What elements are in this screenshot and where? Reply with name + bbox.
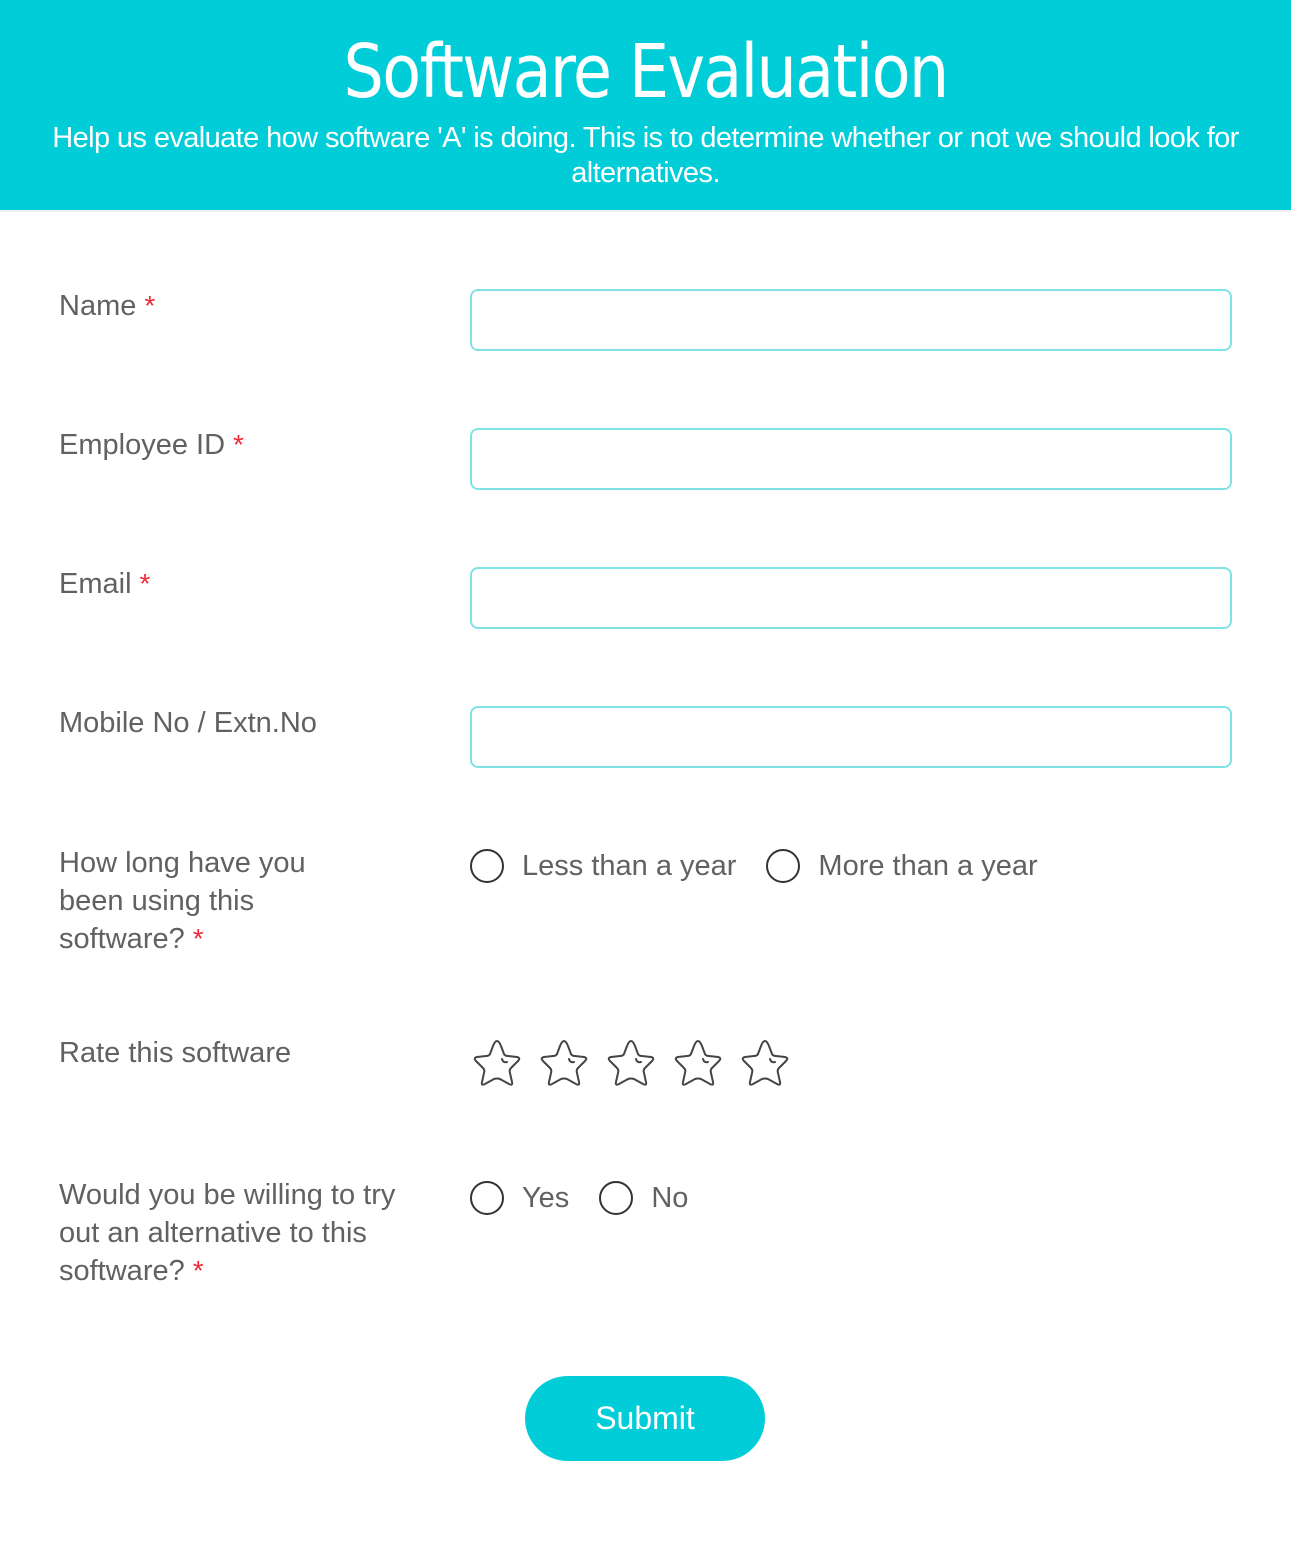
employee-id-label-text: Employee ID (59, 429, 226, 461)
radio-label: No (651, 1182, 689, 1214)
form-title: Software Evaluation (343, 29, 950, 115)
form-header: Software Evaluation Help us evaluate how… (0, 0, 1291, 210)
star-outline-icon[interactable] (738, 1036, 792, 1090)
required-marker: * (192, 923, 204, 954)
required-marker: * (139, 568, 151, 599)
required-marker: * (144, 290, 156, 321)
header-divider (0, 210, 1291, 212)
employee-id-label: Employee ID * (59, 426, 409, 464)
star-outline-icon[interactable] (470, 1036, 524, 1090)
name-label-text: Name (59, 290, 137, 322)
radio-button[interactable] (766, 849, 801, 883)
required-marker: * (192, 1255, 204, 1286)
radio-no[interactable]: No (599, 1179, 688, 1217)
usage-duration-label: How long have you been using this softwa… (59, 844, 359, 958)
star-outline-icon[interactable] (604, 1036, 658, 1090)
try-alternative-radio-group: Yes No (470, 1179, 718, 1217)
email-label-text: Email (59, 568, 132, 600)
star-outline-icon[interactable] (537, 1036, 591, 1090)
radio-less-than-a-year[interactable]: Less than a year (470, 847, 736, 885)
email-label: Email * (59, 565, 409, 603)
star-outline-icon[interactable] (671, 1036, 725, 1090)
employee-id-input[interactable] (470, 428, 1232, 490)
rating-label: Rate this software (59, 1034, 409, 1072)
submit-button[interactable]: Submit (525, 1376, 765, 1461)
usage-duration-radio-group: Less than a year More than a year (470, 847, 1068, 885)
name-label: Name * (59, 287, 409, 325)
try-alternative-label: Would you be willing to try out an alter… (59, 1176, 404, 1290)
usage-duration-label-text: How long have you been using this softwa… (59, 847, 306, 955)
mobile-input[interactable] (470, 706, 1232, 768)
star-rating (470, 1036, 805, 1090)
form-description: Help us evaluate how software 'A' is doi… (52, 122, 1239, 189)
try-alternative-label-text: Would you be willing to try out an alter… (59, 1179, 396, 1287)
mobile-label: Mobile No / Extn.No (59, 704, 409, 742)
rating-label-text: Rate this software (59, 1037, 292, 1069)
radio-label: Less than a year (522, 850, 737, 882)
mobile-label-text: Mobile No / Extn.No (59, 707, 317, 739)
radio-yes[interactable]: Yes (470, 1179, 569, 1217)
radio-button[interactable] (470, 849, 504, 883)
radio-label: More than a year (818, 850, 1038, 882)
radio-button[interactable] (599, 1181, 634, 1215)
radio-button[interactable] (470, 1181, 504, 1215)
email-input[interactable] (470, 567, 1232, 629)
radio-more-than-a-year[interactable]: More than a year (766, 847, 1038, 885)
name-input[interactable] (470, 289, 1232, 351)
radio-label: Yes (522, 1182, 570, 1214)
required-marker: * (233, 429, 244, 460)
